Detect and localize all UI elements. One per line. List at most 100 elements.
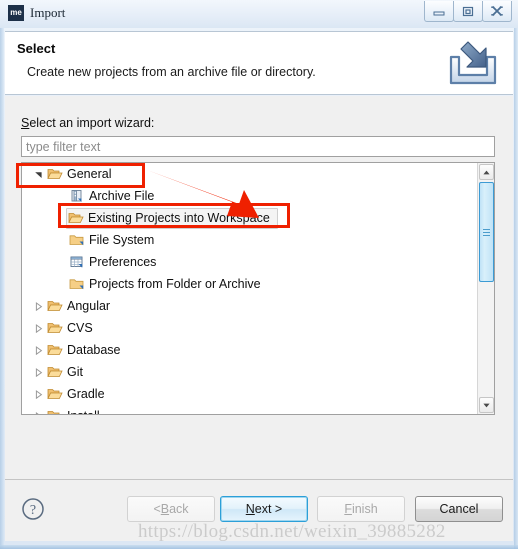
tree-item-wrap: Angular (46, 299, 114, 313)
cancel-button-label: Cancel (439, 502, 479, 516)
folder-open-icon (46, 343, 64, 357)
tree-item-angular[interactable]: Angular (22, 295, 477, 317)
tree-item-archive-file[interactable]: Archive File (22, 185, 477, 207)
tree-item-label: Install (67, 409, 104, 414)
tree-item-database[interactable]: Database (22, 339, 477, 361)
title-bar[interactable]: me Import (0, 0, 518, 28)
back-button-prefix: < (153, 502, 161, 516)
tree-item-wrap: CVS (46, 321, 97, 335)
preferences-icon (70, 256, 83, 268)
scroll-up-button[interactable] (479, 164, 494, 180)
tree-twisty[interactable] (30, 170, 46, 179)
tree-item-wrap: File System (68, 233, 158, 247)
scroll-down-button[interactable] (479, 397, 494, 413)
tree-item-label: Preferences (89, 255, 157, 269)
folder-closed-icon (68, 233, 86, 247)
dialog-button-bar: ? < Back Next > Finish Cancel (5, 479, 513, 541)
import-dialog-window: me Import Select Create new projects fro… (0, 0, 518, 549)
folder-open-icon (67, 211, 85, 225)
scroll-up-icon (483, 170, 490, 174)
folder-open-icon (46, 387, 64, 401)
next-button-mnemonic: N (245, 502, 255, 516)
folder-open-icon (47, 411, 60, 414)
title-bar-left: me Import (8, 5, 65, 21)
window-controls (424, 1, 512, 22)
tree-item-git[interactable]: Git (22, 361, 477, 383)
tree-twisty[interactable] (30, 367, 46, 377)
tree-item-label: Archive File (89, 189, 155, 203)
window-frame-right (514, 0, 518, 549)
tree-item-cvs[interactable]: CVS (22, 317, 477, 339)
tree-scrollbar[interactable] (477, 163, 494, 414)
close-icon (491, 5, 503, 17)
tree-item-general[interactable]: General (22, 163, 477, 185)
scrollbar-grip (483, 227, 490, 238)
import-wizard-icon (445, 37, 501, 91)
tree-twisty[interactable] (30, 301, 46, 311)
tree-item-install[interactable]: Install (22, 405, 477, 414)
tree-item-label: Existing Projects into Workspace (88, 211, 270, 225)
back-button[interactable]: < Back (127, 496, 215, 522)
tree-item-label: General (67, 167, 112, 181)
tree-item-label: File System (89, 233, 155, 247)
folder-open-icon (47, 367, 63, 377)
scrollbar-thumb[interactable] (479, 182, 494, 282)
tree-item-preferences[interactable]: Preferences (22, 251, 477, 273)
folder-open-icon (46, 365, 64, 379)
tree-item-label: Gradle (67, 387, 105, 401)
import-wizard-tree[interactable]: General Archive File Existing Projects int… (21, 162, 495, 415)
tree-item-label: CVS (67, 321, 93, 335)
import-wizard-label: Select an import wizard: (21, 116, 154, 130)
folder-open-icon (46, 409, 64, 414)
close-button[interactable] (482, 1, 512, 22)
twisty-expanded-icon[interactable] (34, 170, 43, 179)
tree-twisty[interactable] (30, 411, 46, 415)
tree-twisty[interactable] (30, 345, 46, 355)
archive-file-icon (71, 190, 82, 202)
tree-item-existing-projects-into-workspace[interactable]: Existing Projects into Workspace (22, 207, 477, 229)
tree-item-label: Projects from Folder or Archive (89, 277, 261, 291)
twisty-collapsed-icon[interactable] (34, 389, 43, 399)
finish-button[interactable]: Finish (317, 496, 405, 522)
finish-button-suffix: inish (351, 502, 378, 516)
tree-item-label: Angular (67, 299, 111, 313)
preferences-icon (68, 255, 86, 269)
twisty-collapsed-icon[interactable] (34, 301, 43, 311)
filter-input[interactable] (21, 136, 495, 157)
tree-item-wrap: Database (46, 343, 125, 357)
next-button-suffix: ext > (254, 502, 283, 516)
maximize-button[interactable] (453, 1, 483, 22)
tree-item-wrap: Archive File (68, 189, 158, 203)
folder-open-icon (47, 301, 63, 311)
next-button[interactable]: Next > (220, 496, 308, 522)
tree-item-gradle[interactable]: Gradle (22, 383, 477, 405)
wizard-header: Select Create new projects from an archi… (5, 31, 513, 95)
tree-twisty[interactable] (30, 323, 46, 333)
cancel-button[interactable]: Cancel (415, 496, 503, 522)
page-description: Create new projects from an archive file… (27, 65, 316, 79)
tree-item-label: Git (67, 365, 83, 379)
help-icon[interactable]: ? (21, 497, 45, 521)
folder-open-icon (46, 167, 64, 181)
tree-twisty[interactable] (30, 389, 46, 399)
twisty-collapsed-icon[interactable] (34, 345, 43, 355)
maximize-icon (462, 6, 474, 16)
tree-item-label: Database (67, 343, 121, 357)
twisty-collapsed-icon[interactable] (34, 411, 43, 415)
folder-open-icon (47, 345, 63, 355)
folder-open-icon (47, 323, 63, 333)
tree-item-wrap: Install (46, 409, 104, 414)
wizard-label-rest: elect an import wizard: (29, 116, 155, 130)
folder-open-icon (68, 213, 84, 223)
back-button-suffix: ack (169, 502, 189, 516)
twisty-collapsed-icon[interactable] (34, 367, 43, 377)
app-icon: me (8, 5, 24, 21)
tree-item-wrap: Gradle (46, 387, 109, 401)
tree-item-projects-from-folder-or-archive[interactable]: Projects from Folder or Archive (22, 273, 477, 295)
tree-item-wrap: General (46, 167, 115, 181)
minimize-button[interactable] (424, 1, 454, 22)
back-button-mnemonic: B (160, 502, 170, 516)
tree-item-file-system[interactable]: File System (22, 229, 477, 251)
twisty-collapsed-icon[interactable] (34, 323, 43, 333)
svg-text:?: ? (30, 503, 36, 518)
